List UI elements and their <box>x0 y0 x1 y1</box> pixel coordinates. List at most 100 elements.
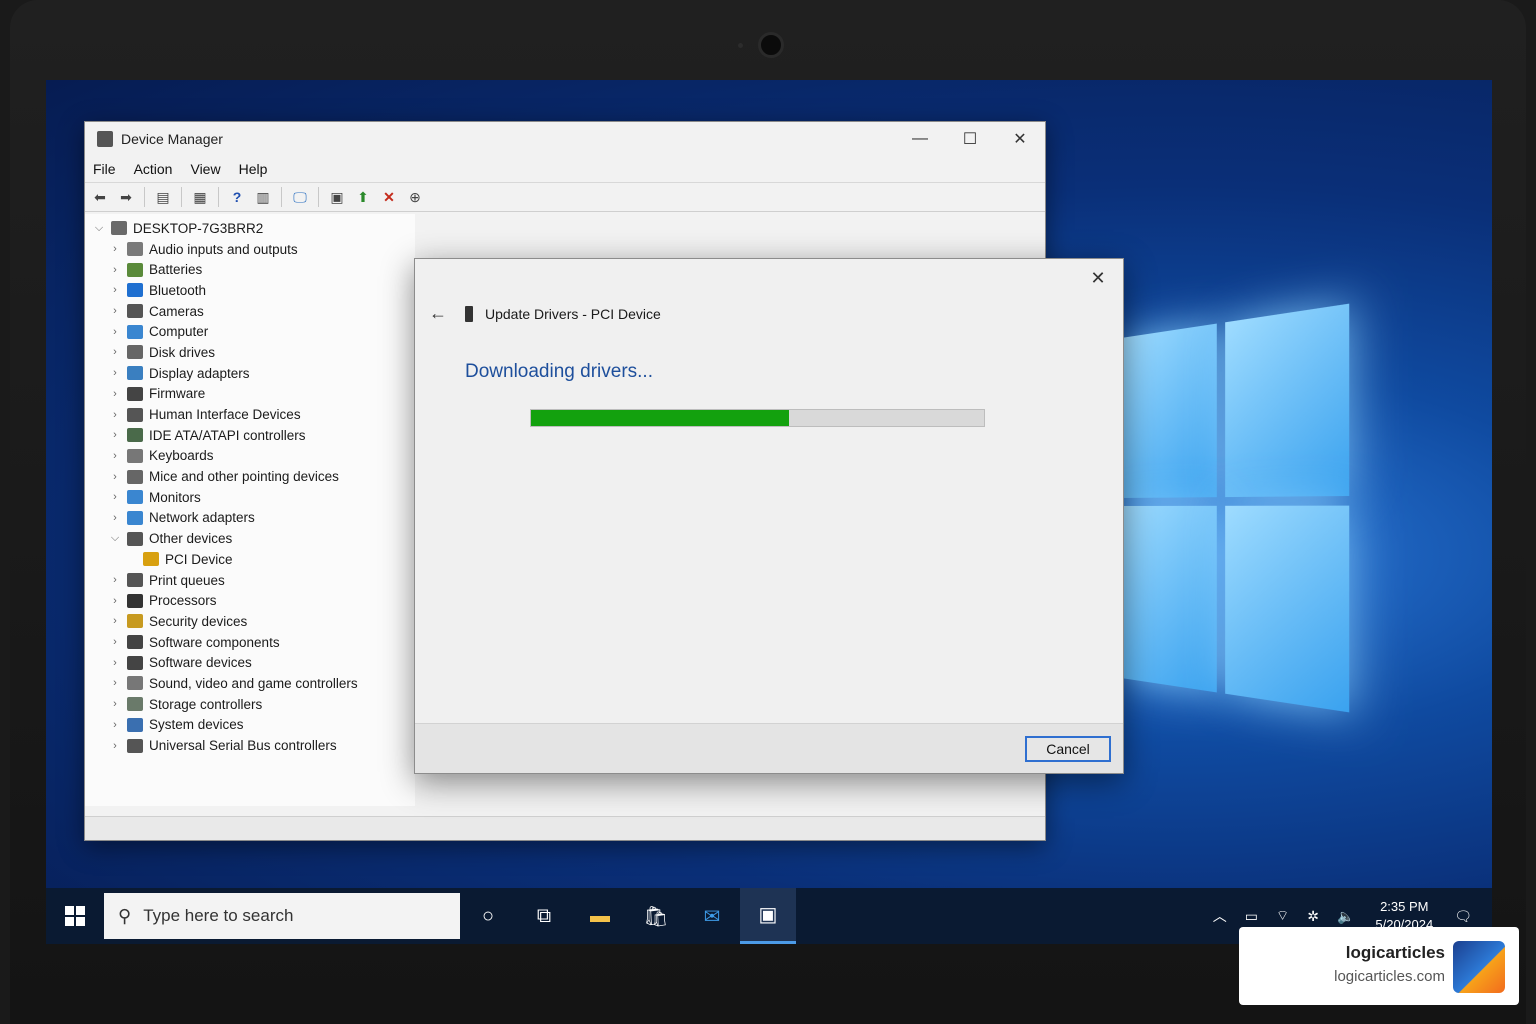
chevron-right-icon[interactable]: › <box>107 677 123 689</box>
chevron-right-icon[interactable]: › <box>107 636 123 648</box>
notification-icon[interactable]: 🗨 <box>1454 908 1472 925</box>
tree-category[interactable]: › Firmware <box>85 384 415 405</box>
battery-icon <box>127 262 143 277</box>
printer-icon <box>127 573 143 588</box>
forward-arrow-icon[interactable]: ➡ <box>115 186 137 208</box>
update-driver-icon[interactable]: ▣ <box>326 186 348 208</box>
chevron-right-icon[interactable]: › <box>107 346 123 358</box>
menu-file[interactable]: File <box>93 161 116 177</box>
menu-action[interactable]: Action <box>134 161 173 177</box>
tree-child-item[interactable]: PCI Device <box>85 549 415 570</box>
volume-icon[interactable]: 🔈 <box>1337 908 1354 925</box>
tree-category[interactable]: › Batteries <box>85 259 415 280</box>
chevron-right-icon[interactable]: › <box>107 471 123 483</box>
chevron-right-icon[interactable]: › <box>107 615 123 627</box>
tree-category[interactable]: › Processors <box>85 590 415 611</box>
chevron-down-icon[interactable]: ⌵ <box>91 222 107 235</box>
disable-device-icon[interactable]: ⊕ <box>404 186 426 208</box>
tree-category[interactable]: › Cameras <box>85 301 415 322</box>
keyboard-icon <box>127 448 143 463</box>
tree-root[interactable]: ⌵ DESKTOP-7G3BRR2 <box>85 218 415 239</box>
tree-category[interactable]: › Universal Serial Bus controllers <box>85 735 415 756</box>
tree-category[interactable]: › Keyboards <box>85 446 415 467</box>
chevron-right-icon[interactable]: › <box>107 657 123 669</box>
chevron-right-icon[interactable]: › <box>107 409 123 421</box>
maximize-icon[interactable]: ☐ <box>945 122 995 156</box>
back-arrow-icon[interactable]: ← <box>429 303 447 324</box>
search-placeholder: Type here to search <box>143 906 294 925</box>
menu-help[interactable]: Help <box>239 161 268 177</box>
tree-category[interactable]: › Storage controllers <box>85 694 415 715</box>
chevron-right-icon[interactable]: › <box>107 740 123 752</box>
scan-hardware-icon[interactable]: 🖵 <box>289 186 311 208</box>
chevron-right-icon[interactable]: › <box>107 698 123 710</box>
tree-category[interactable]: › Network adapters <box>85 508 415 529</box>
task-view-icon[interactable]: ⧉ <box>516 888 572 944</box>
sound-icon <box>127 676 143 691</box>
chevron-right-icon[interactable]: › <box>107 284 123 296</box>
chevron-right-icon[interactable]: › <box>107 512 123 524</box>
close-icon[interactable]: ✕ <box>995 122 1045 156</box>
tree-category[interactable]: › Display adapters <box>85 363 415 384</box>
close-icon[interactable]: ✕ <box>1083 265 1113 291</box>
tree-category[interactable]: › Software devices <box>85 652 415 673</box>
chevron-right-icon[interactable]: › <box>107 367 123 379</box>
uninstall-icon[interactable]: ✕ <box>378 186 400 208</box>
tree-category[interactable]: › Monitors <box>85 487 415 508</box>
tree-category[interactable]: ⌵ Other devices <box>85 528 415 549</box>
chevron-up-icon[interactable]: ︿ <box>1213 906 1227 926</box>
chevron-right-icon[interactable]: › <box>107 388 123 400</box>
tree-category[interactable]: › Human Interface Devices <box>85 404 415 425</box>
tree-category[interactable]: › Mice and other pointing devices <box>85 466 415 487</box>
tree-category[interactable]: › System devices <box>85 715 415 736</box>
camera-icon <box>127 304 143 319</box>
chevron-right-icon[interactable]: › <box>107 574 123 586</box>
root-label: DESKTOP-7G3BRR2 <box>133 220 264 236</box>
file-explorer-icon[interactable]: ▬ <box>572 888 628 944</box>
start-button[interactable] <box>46 888 104 944</box>
tree-category[interactable]: › IDE ATA/ATAPI controllers <box>85 425 415 446</box>
chevron-right-icon[interactable]: › <box>107 595 123 607</box>
enable-device-icon[interactable]: ⬆ <box>352 186 374 208</box>
device-manager-taskbar-icon[interactable]: ▣ <box>740 888 796 944</box>
tree-category[interactable]: › Bluetooth <box>85 280 415 301</box>
minimize-icon[interactable]: — <box>895 122 945 156</box>
ide-icon <box>127 428 143 443</box>
show-hide-tree-icon[interactable]: ▤ <box>152 186 174 208</box>
tree-item-label: Computer <box>149 324 209 340</box>
tree-category[interactable]: › Audio inputs and outputs <box>85 239 415 260</box>
tree-item-label: Monitors <box>149 489 201 505</box>
back-arrow-icon[interactable]: ⬅ <box>89 186 111 208</box>
chevron-right-icon[interactable]: › <box>107 305 123 317</box>
tree-category[interactable]: › Print queues <box>85 570 415 591</box>
taskbar-search-box[interactable]: ⚲ Type here to search <box>104 893 460 939</box>
search-icon: ⚲ <box>118 905 132 926</box>
view-icon[interactable]: ▥ <box>252 186 274 208</box>
tree-item-label: Batteries <box>149 262 203 278</box>
chevron-right-icon[interactable]: › <box>107 326 123 338</box>
tree-category[interactable]: › Security devices <box>85 611 415 632</box>
tree-category[interactable]: › Disk drives <box>85 342 415 363</box>
cancel-button[interactable]: Cancel <box>1025 736 1111 762</box>
chevron-right-icon[interactable]: › <box>107 243 123 255</box>
chevron-right-icon[interactable]: › <box>107 429 123 441</box>
chevron-down-icon[interactable]: ⌵ <box>107 532 123 545</box>
store-icon[interactable]: 🛍 <box>628 888 684 944</box>
properties-icon[interactable]: ▦ <box>189 186 211 208</box>
chevron-right-icon[interactable]: › <box>107 450 123 462</box>
tree-category[interactable]: › Sound, video and game controllers <box>85 673 415 694</box>
chevron-right-icon[interactable]: › <box>107 719 123 731</box>
battery-icon[interactable]: ▭ <box>1245 908 1258 925</box>
network-icon[interactable]: ✲ <box>1307 908 1319 925</box>
chevron-right-icon[interactable]: › <box>107 491 123 503</box>
mail-icon[interactable]: ✉ <box>684 888 740 944</box>
tree-category[interactable]: › Computer <box>85 321 415 342</box>
cortana-icon[interactable]: ○ <box>460 888 516 944</box>
tree-category[interactable]: › Software components <box>85 632 415 653</box>
menu-view[interactable]: View <box>190 161 220 177</box>
chevron-right-icon[interactable]: › <box>107 264 123 276</box>
help-icon[interactable]: ? <box>226 186 248 208</box>
tree-item-label: System devices <box>149 717 244 733</box>
tree-item-label: Universal Serial Bus controllers <box>149 738 337 754</box>
wifi-icon[interactable]: ⌔ <box>1276 907 1289 925</box>
